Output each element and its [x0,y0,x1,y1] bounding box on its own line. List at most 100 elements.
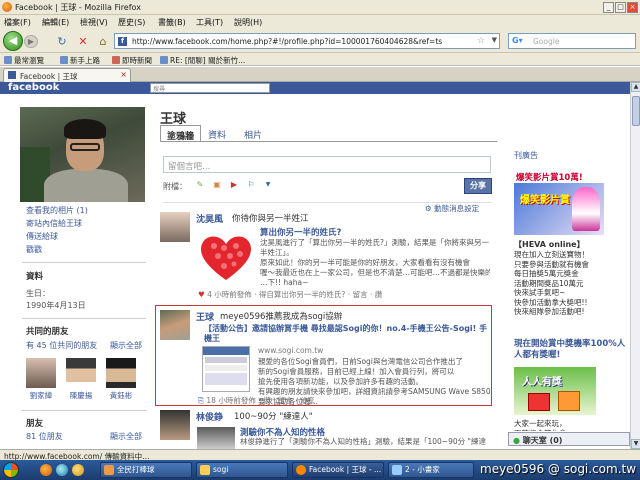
taskbar-item[interactable]: sogi [196,462,288,478]
friend-card[interactable]: 黃鈺彬 [106,358,136,401]
url-text[interactable]: http://www.facebook.com/home.php?#!/prof… [132,37,442,46]
photo-icon[interactable]: ▣ [212,180,222,190]
taskbar-item[interactable]: 2 - 小畫家 [388,462,474,478]
post-avatar[interactable] [160,310,190,340]
google-icon[interactable]: G▾ [512,36,523,47]
taskbar-item[interactable]: Facebook | 王球 - ... [292,462,384,478]
friend-name[interactable]: 劉家緯 [26,390,56,401]
menu-bar: 檔案(F) 編輯(E) 檢視(V) 歷史(S) 書籤(B) 工具(T) 說明(H… [0,15,640,29]
post-author[interactable]: 王球 [196,310,214,323]
view-photos-link[interactable]: 查看我的相片 (1) [26,205,88,216]
friend-name[interactable]: 陳慶揚 [66,390,96,401]
firefox-icon [2,2,12,12]
chat-bar[interactable]: ● 聊天室 (0) [508,432,630,446]
tab-wall[interactable]: 塗鴉牆 [160,125,202,142]
heart-image[interactable] [196,230,256,284]
tab-title: Facebook | 王球 [20,72,78,81]
url-dropdown-icon[interactable]: ▼ [492,36,497,44]
close-button[interactable]: × [627,2,638,13]
menu-file[interactable]: 檔案(F) [4,17,31,28]
menu-tools[interactable]: 工具(T) [196,17,223,28]
video-icon[interactable]: ▶ [229,180,239,190]
menu-edit[interactable]: 編輯(E) [42,17,69,28]
post-author[interactable]: 沈昊風 [196,212,223,225]
paint-icon [392,465,402,475]
minimize-button[interactable]: _ [603,2,614,13]
tab-photos[interactable]: 相片 [238,125,268,142]
forward-button[interactable]: ▶ [24,35,38,48]
page-scrollbar[interactable]: ▲ ▼ [630,82,640,449]
ad-title[interactable]: 現在開始賞中獎機率100%人人都有獎喔! [514,339,628,361]
ad-caption[interactable]: 【HEVA online】 [514,239,585,250]
see-all-link[interactable]: 顯示全部 [110,340,142,351]
rss-icon [112,56,120,64]
scroll-up-icon[interactable]: ▲ [631,82,640,92]
tab-info[interactable]: 資料 [202,125,232,142]
friend-photo[interactable] [106,358,136,388]
bookmark-item[interactable]: 最常瀏覽 [4,55,44,66]
wall-post-input[interactable]: 留個言吧… [163,156,491,173]
home-icon[interactable]: ⌂ [96,35,110,49]
back-button[interactable]: ◀ [3,31,23,51]
post-avatar[interactable] [160,410,190,440]
mutual-count-link[interactable]: 有 45 位共同的朋友 [26,340,97,351]
facebook-favicon: f [118,37,127,46]
ie-quicklaunch-icon[interactable] [56,464,68,476]
more-dropdown-icon[interactable]: ▼ [263,180,273,190]
post-author[interactable]: 林俊錚 [196,410,223,423]
link-icon[interactable]: ⚐ [246,180,256,190]
taskbar-item[interactable]: 全民打棒球 [100,462,192,478]
bookmark-item[interactable]: 新手上路 [60,55,100,66]
bookmark-item[interactable]: RE: [閒聊] 關於新竹... [160,55,245,66]
firefox-quicklaunch-icon[interactable] [40,464,52,476]
share-button[interactable]: 分享 [464,178,492,194]
ad-image[interactable]: 爆笑影片賞 10萬 [514,183,604,235]
bookmark-item[interactable]: 即時新聞 [112,55,152,66]
url-bar[interactable]: f http://www.facebook.com/home.php?#!/pr… [114,33,500,49]
status-icon[interactable]: ✎ [195,180,205,190]
send-message-link[interactable]: 寄站內信給王球 [26,218,82,229]
post-link-title[interactable]: 【活動公告】邀請協辦賞手機 尋找最認Sogi的你！no.4-手機王公告-Sogi… [204,324,490,344]
ad-image[interactable]: 人人有獎 [514,367,596,415]
menu-help[interactable]: 說明(H) [234,17,262,28]
menu-bookmarks[interactable]: 書籤(B) [158,17,186,28]
link-thumbnail[interactable] [202,346,250,392]
menu-history[interactable]: 歷史(S) [118,17,145,28]
start-button[interactable] [0,460,22,480]
browser-tab[interactable]: Facebook | 王球 × [3,68,131,82]
post-body: 林俊錚進行了「測驗你不為人知的性格」測驗，結果是「100~90分 "練達 [240,437,486,446]
feed-settings-link[interactable]: ⚙ 動態消息設定 [425,203,479,214]
send-to-link[interactable]: 傳送給球 [26,231,58,242]
friends-see-all-link[interactable]: 顯示全部 [110,431,142,442]
ad-text: 大家一起來玩， 百萬獎金等你拿 [514,419,567,431]
menu-view[interactable]: 檢視(V) [80,17,108,28]
post-text: 100~90分 "練達人" [234,412,313,422]
facebook-search-input[interactable]: 搜尋 [150,83,270,93]
maximize-button[interactable]: □ [615,2,626,13]
bookmark-star-icon[interactable]: ☆ [477,36,485,46]
poke-link[interactable]: 戳戳 [26,244,42,255]
post-avatar[interactable] [160,212,190,242]
taskbar: 全民打棒球 sogi Facebook | 王球 - ... 2 - 小畫家 m… [0,460,640,480]
friend-card[interactable]: 陳慶揚 [66,358,96,401]
profile-picture[interactable] [20,107,145,202]
friend-card[interactable]: 劉家緯 [26,358,56,401]
post-link-title[interactable]: 算出你另一半的姓氏? [260,226,341,238]
scrollbar-thumb[interactable] [632,96,640,126]
stop-icon[interactable]: ✕ [76,35,90,49]
friend-name[interactable]: 黃鈺彬 [106,390,136,401]
ad-title[interactable]: 爆笑影片賞10萬! [516,171,583,183]
folder-quicklaunch-icon[interactable] [72,464,84,476]
friend-photo[interactable] [26,358,56,388]
sponsor-link[interactable]: 刊廣告 [514,150,538,161]
link-thumbnail[interactable] [197,427,235,449]
close-tab-icon[interactable]: × [120,70,127,79]
search-input[interactable]: G▾ Google [508,33,636,49]
friends-count-link[interactable]: 81 位朋友 [26,431,63,442]
scroll-down-icon[interactable]: ▼ [631,439,640,449]
divider [22,318,146,319]
friend-photo[interactable] [66,358,96,388]
link-source: www.sogi.com.tw [258,346,324,355]
reload-icon[interactable]: ↻ [55,35,69,49]
facebook-logo[interactable]: facebook [8,82,59,93]
